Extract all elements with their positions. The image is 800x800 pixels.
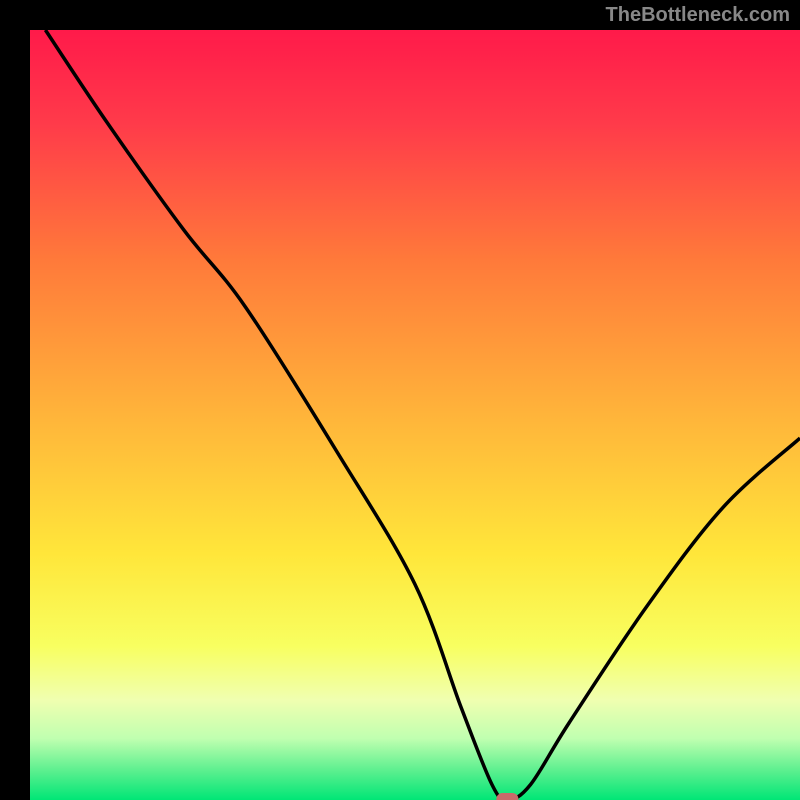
bottleneck-chart — [0, 0, 800, 800]
optimal-marker — [496, 793, 518, 800]
plot-background — [30, 30, 800, 800]
watermark-text: TheBottleneck.com — [606, 4, 790, 27]
